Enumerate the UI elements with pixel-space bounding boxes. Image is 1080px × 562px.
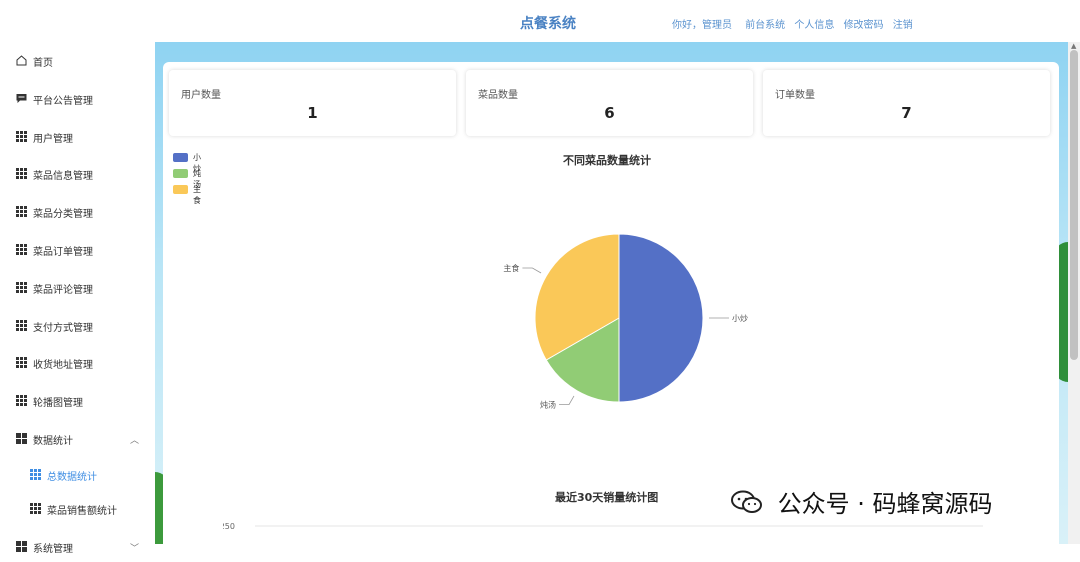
sidebar-item-label: 轮播图管理 [33, 398, 83, 409]
scroll-up-arrow[interactable]: ▲ [1071, 42, 1076, 50]
chevron-down-icon: ﹀ [129, 544, 139, 554]
stat-label: 菜品数量 [478, 90, 518, 101]
stat-card-dishes: 菜品数量 6 [466, 70, 753, 136]
pie-chart: 小炒炖汤 主食 [503, 233, 748, 410]
apps-icon [16, 541, 27, 552]
sidebar-item-label: 支付方式管理 [33, 323, 93, 334]
sidebar-item-payment[interactable]: 支付方式管理 [0, 311, 155, 341]
home-icon [16, 55, 27, 66]
change-password-link[interactable]: 修改密码 [844, 20, 884, 31]
y-tick-label: 250 [223, 522, 235, 531]
header-nav: 你好，管理员 前台系统 个人信息 修改密码 注销 [672, 16, 919, 31]
legend-swatch [173, 185, 188, 194]
sidebar-item-system[interactable]: 系统管理 ﹀ [0, 532, 155, 562]
dashboard-panel: 用户数量 1 菜品数量 6 订单数量 7 小炒 炖汤 主食 不同菜品数量统计 小… [163, 62, 1059, 544]
legend-label: 主食 [193, 185, 201, 205]
stat-label: 订单数量 [775, 90, 815, 101]
greeting-text: 你好，管理员 [672, 20, 732, 31]
stat-value: 1 [307, 104, 318, 122]
sidebar-item-home[interactable]: 首页 [0, 46, 155, 76]
app-title: 点餐系统 [520, 16, 576, 32]
line-chart-title: 最近30天销量统计图 [555, 491, 659, 504]
watermark-text: 公众号 · 码蜂窝源码 [777, 490, 993, 518]
grid-icon [16, 131, 27, 142]
stat-value: 6 [604, 104, 615, 122]
grid-icon [30, 469, 41, 480]
stat-card-orders: 订单数量 7 [763, 70, 1050, 136]
sidebar-item-label: 平台公告管理 [33, 96, 93, 107]
wechat-icon [731, 490, 762, 513]
sidebar-item-label: 数据统计 [33, 436, 73, 447]
pie-label-0: 小炒 [732, 314, 748, 323]
sidebar-item-label: 系统管理 [33, 544, 73, 555]
pie-label-line-2 [522, 267, 542, 274]
pie-label-1: 炖汤 [540, 400, 556, 410]
sidebar-item-dish-category[interactable]: 菜品分类管理 [0, 197, 155, 227]
sidebar-item-statistics[interactable]: 数据统计 ︿ [0, 424, 155, 454]
logout-link[interactable]: 注销 [893, 20, 913, 31]
pie-label-line-1 [559, 395, 575, 406]
sidebar: 首页 平台公告管理 用户管理 菜品信息管理 菜品分类管理 菜品订单管理 菜品评论… [0, 42, 156, 555]
sidebar-item-label: 菜品订单管理 [33, 247, 93, 258]
grid-icon [16, 244, 27, 255]
grid-icon [16, 320, 27, 331]
sidebar-item-label: 菜品信息管理 [33, 171, 93, 182]
sidebar-item-address[interactable]: 收货地址管理 [0, 348, 155, 378]
pie-slice-0[interactable] [618, 233, 704, 403]
sidebar-item-users[interactable]: 用户管理 [0, 122, 155, 152]
sidebar-item-label: 菜品销售额统计 [47, 506, 117, 517]
sidebar-item-label: 首页 [33, 58, 53, 69]
sidebar-item-carousel[interactable]: 轮播图管理 [0, 386, 155, 416]
grid-icon [30, 503, 41, 514]
sidebar-item-dish-comments[interactable]: 菜品评论管理 [0, 273, 155, 303]
page-scrollbar[interactable]: ▲ [1068, 42, 1080, 544]
grid-icon [16, 395, 27, 406]
grid-icon [16, 206, 27, 217]
legend-swatch [173, 153, 188, 162]
top-header: 点餐系统 你好，管理员 前台系统 个人信息 修改密码 注销 [0, 0, 1080, 43]
stat-card-users: 用户数量 1 [169, 70, 456, 136]
main-content: 用户数量 1 菜品数量 6 订单数量 7 小炒 炖汤 主食 不同菜品数量统计 小… [155, 42, 1068, 544]
scrollbar-thumb[interactable] [1070, 50, 1078, 360]
sidebar-item-sales-stats[interactable]: 菜品销售额统计 [0, 494, 155, 524]
chevron-up-icon: ︿ [129, 436, 139, 446]
sidebar-item-label: 总数据统计 [47, 472, 97, 483]
pie-chart-title: 不同菜品数量统计 [563, 154, 651, 167]
apps-icon [16, 433, 27, 444]
watermark: 公众号 · 码蜂窝源码 [730, 484, 993, 519]
sidebar-item-total-stats[interactable]: 总数据统计 [0, 460, 155, 490]
sidebar-item-label: 菜品评论管理 [33, 285, 93, 296]
frontend-link[interactable]: 前台系统 [745, 20, 785, 31]
profile-link[interactable]: 个人信息 [794, 20, 834, 31]
message-icon [16, 94, 27, 103]
legend-swatch [173, 169, 188, 178]
grid-icon [16, 282, 27, 293]
sidebar-item-label: 菜品分类管理 [33, 209, 93, 220]
sidebar-item-dish-orders[interactable]: 菜品订单管理 [0, 235, 155, 265]
stat-label: 用户数量 [181, 90, 221, 101]
line-chart-partial: 250 [223, 522, 983, 531]
grid-icon [16, 357, 27, 368]
sidebar-item-announcements[interactable]: 平台公告管理 [0, 84, 155, 114]
sidebar-item-label: 收货地址管理 [33, 360, 93, 371]
pie-label-2: 主食 [503, 263, 519, 273]
grid-icon [16, 168, 27, 179]
sidebar-item-dish-info[interactable]: 菜品信息管理 [0, 159, 155, 189]
stat-value: 7 [901, 104, 912, 122]
sidebar-item-label: 用户管理 [33, 134, 73, 145]
